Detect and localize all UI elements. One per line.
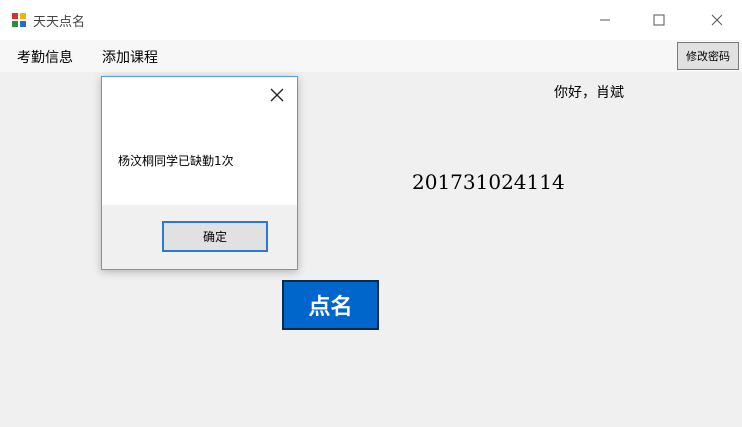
close-icon [270, 88, 284, 102]
maximize-button[interactable] [636, 0, 682, 40]
menu-item-add-course[interactable]: 添加课程 [102, 47, 158, 67]
minimize-icon [600, 19, 610, 21]
title-bar: 天天点名 [0, 0, 742, 40]
close-icon [711, 14, 723, 26]
dialog-close-button[interactable] [269, 87, 285, 103]
minimize-button[interactable] [582, 0, 628, 40]
dialog-footer: 确定 [102, 205, 297, 269]
change-password-button[interactable]: 修改密码 [677, 42, 739, 70]
menu-bar: 考勤信息 添加课程 [0, 40, 742, 72]
ok-button[interactable]: 确定 [162, 221, 268, 252]
student-id-label: 201731024114 [412, 170, 565, 194]
app-icon [11, 12, 27, 28]
rollcall-button[interactable]: 点名 [282, 280, 379, 330]
message-dialog: 杨汶桐同学已缺勤1次 确定 [101, 76, 298, 270]
dialog-message: 杨汶桐同学已缺勤1次 [118, 154, 234, 168]
greeting-label: 你好，肖斌 [554, 85, 624, 101]
close-button[interactable] [694, 0, 740, 40]
menu-item-attendance[interactable]: 考勤信息 [17, 47, 73, 67]
window-title: 天天点名 [33, 15, 86, 30]
maximize-icon [653, 14, 665, 26]
